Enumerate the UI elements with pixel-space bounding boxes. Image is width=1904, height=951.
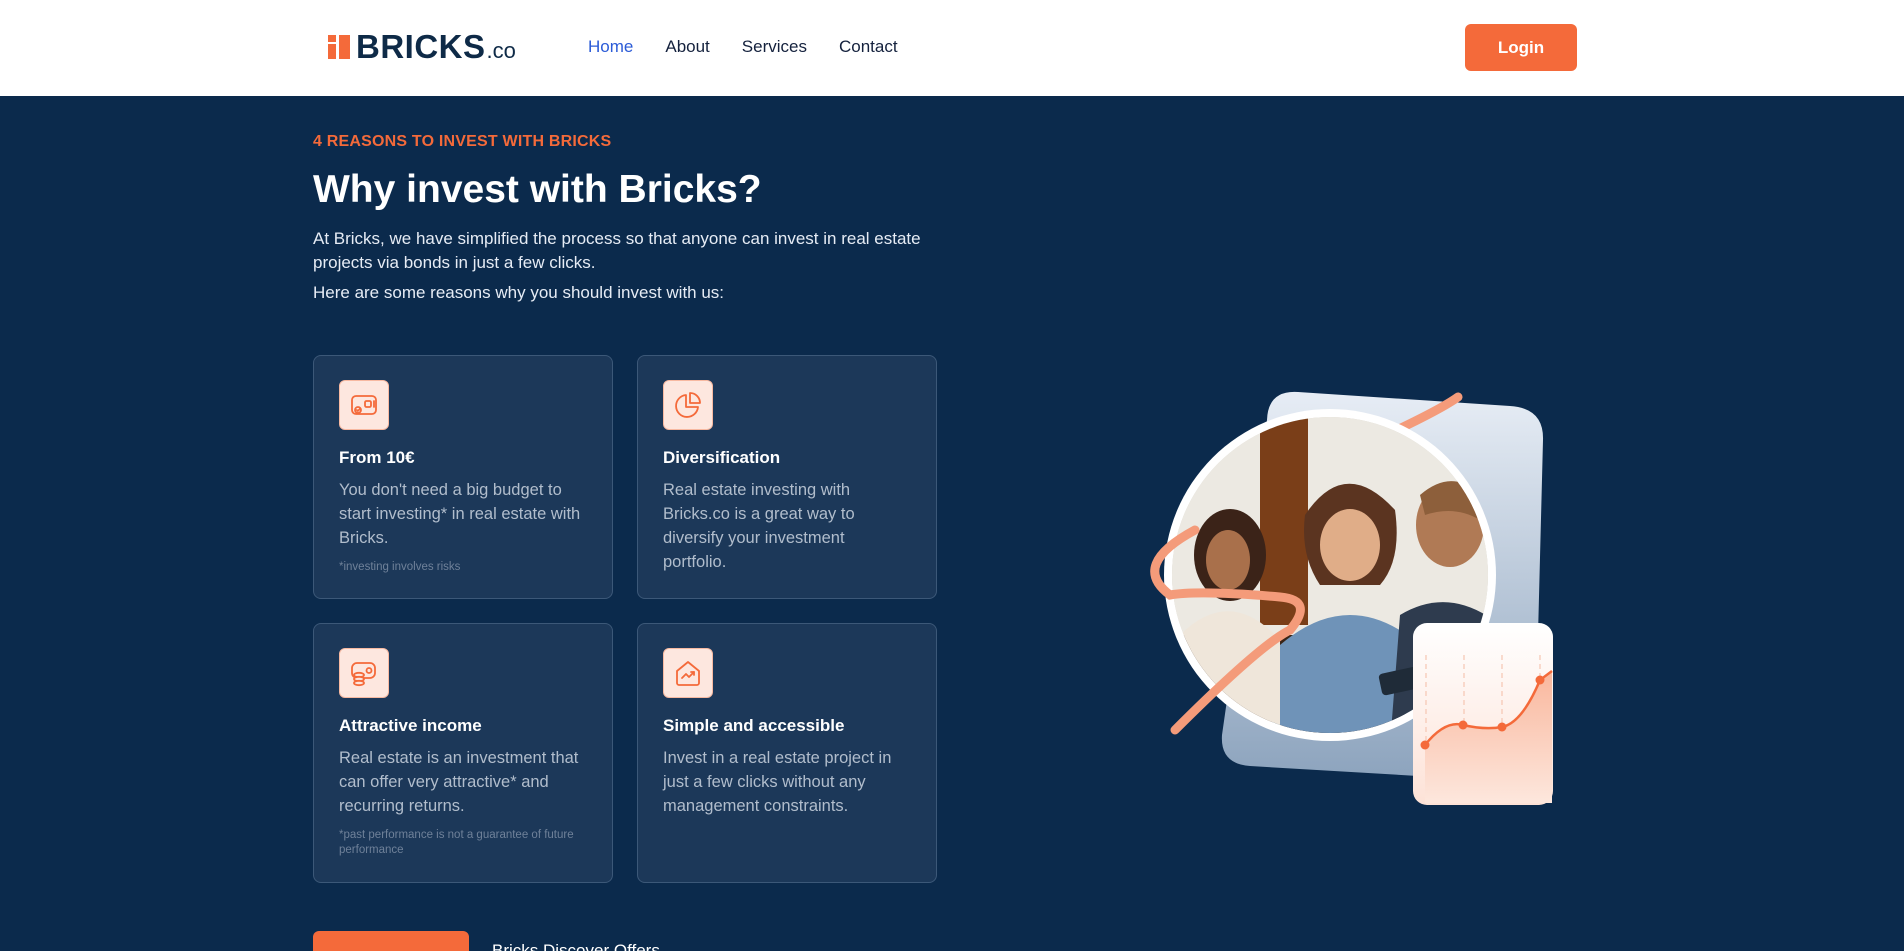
nav-services[interactable]: Services xyxy=(742,37,807,57)
card-text: Real estate investing with Bricks.co is … xyxy=(663,481,855,571)
wallet-icon xyxy=(339,380,389,430)
nav-about[interactable]: About xyxy=(665,37,709,57)
reason-card-simple: Simple and accessible Invest in a real e… xyxy=(637,623,937,883)
card-text: Invest in a real estate project in just … xyxy=(663,749,892,815)
card-text: You don't need a big budget to start inv… xyxy=(339,481,581,547)
nav-contact[interactable]: Contact xyxy=(839,37,898,57)
bricks-logo-icon xyxy=(328,35,350,59)
card-title: From 10€ xyxy=(339,448,415,467)
nav-home[interactable]: Home xyxy=(588,37,633,57)
cta-button[interactable] xyxy=(313,931,469,951)
hero-illustration xyxy=(1140,385,1560,815)
cta-secondary-link[interactable]: Bricks Discover Offers xyxy=(492,941,660,951)
reason-card-budget: From 10€ You don't need a big budget to … xyxy=(313,355,613,599)
section-eyebrow: 4 REASONS TO INVEST WITH BRICKS xyxy=(313,133,612,150)
card-text: Real estate is an investment that can of… xyxy=(339,749,579,815)
section-intro: At Bricks, we have simplified the proces… xyxy=(313,229,921,272)
reason-card-diversification: Diversification Real estate investing wi… xyxy=(637,355,937,599)
logo-suffix: .co xyxy=(486,38,516,63)
logo-name: BRICKS xyxy=(356,28,486,65)
section-intro-2: Here are some reasons why you should inv… xyxy=(313,283,725,302)
card-title: Diversification xyxy=(663,448,781,467)
illustration-graphic xyxy=(1150,391,1553,805)
card-title: Attractive income xyxy=(339,716,482,735)
card-title: Simple and accessible xyxy=(663,716,845,735)
logo[interactable]: BRICKS .co xyxy=(328,30,516,64)
card-note: *investing involves risks xyxy=(339,561,461,573)
coins-icon xyxy=(339,648,389,698)
reason-card-income: Attractive income Real estate is an inve… xyxy=(313,623,613,883)
pie-chart-icon xyxy=(663,380,713,430)
top-header: BRICKS .co Home About Services Contact L… xyxy=(0,0,1904,96)
main-nav: Home About Services Contact xyxy=(588,37,898,57)
card-note: *past performance is not a guarantee of … xyxy=(339,829,574,856)
house-growth-icon xyxy=(663,648,713,698)
section-title: Why invest with Bricks? xyxy=(313,168,762,211)
login-button[interactable]: Login xyxy=(1465,24,1577,71)
